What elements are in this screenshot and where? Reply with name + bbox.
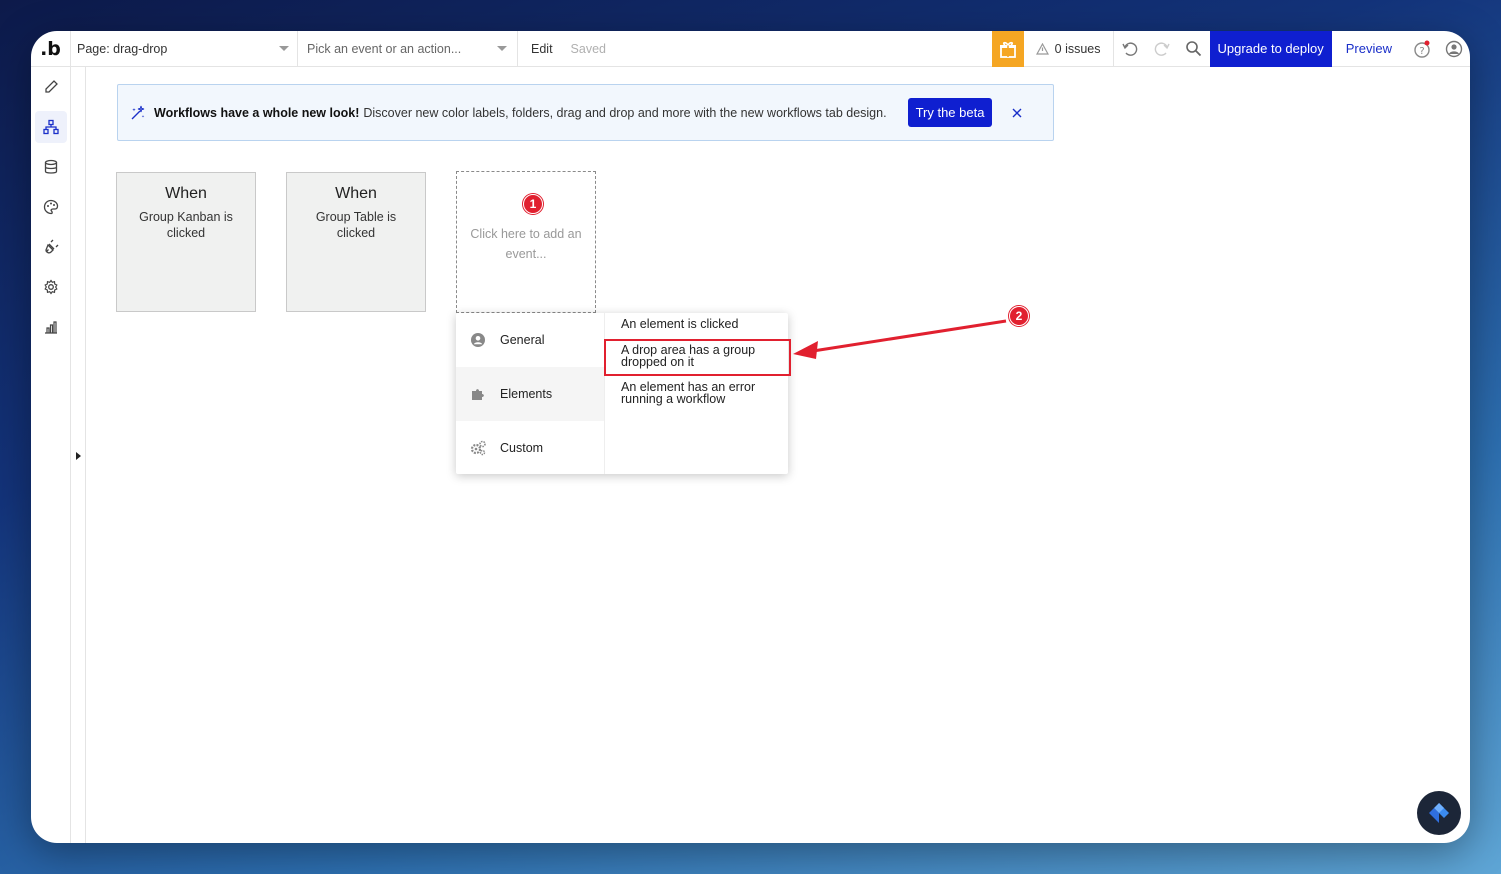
category-label: Custom (500, 441, 544, 455)
banner-title: Workflows have a whole new look! (154, 105, 360, 120)
search-icon (1186, 41, 1202, 57)
database-icon (44, 159, 58, 174)
event-card[interactable]: When Group Table is clicked (286, 172, 426, 312)
step-badge: 1 (523, 194, 543, 214)
chevron-down-icon (279, 46, 289, 51)
rail-workflow[interactable] (35, 111, 67, 143)
category-label: Elements (500, 387, 553, 401)
banner-description: Discover new color labels, folders, drag… (363, 105, 887, 120)
chat-logo-icon (1429, 803, 1449, 823)
save-status: Saved (570, 41, 606, 56)
rail-logs[interactable] (35, 311, 67, 343)
gift-button[interactable] (991, 31, 1024, 67)
issues-indicator[interactable]: 0 issues (1024, 31, 1114, 67)
undo-button[interactable] (1114, 31, 1146, 67)
gears-icon (470, 440, 486, 456)
palette-icon (43, 199, 59, 215)
page-select[interactable]: Page: drag-drop (71, 31, 298, 67)
redo-icon (1154, 41, 1170, 56)
upgrade-to-deploy-button[interactable]: Upgrade to deploy (1209, 31, 1332, 67)
try-beta-button[interactable]: Try the beta (907, 98, 993, 127)
annotation-arrow (793, 319, 1007, 359)
event-card[interactable]: When Group Kanban is clicked (116, 172, 256, 312)
warning-icon (1035, 42, 1049, 55)
banner-close-button[interactable] (1010, 106, 1024, 120)
event-action-select[interactable]: Pick an event or an action... (298, 31, 518, 67)
redo-button[interactable] (1146, 31, 1178, 67)
event-option-list: An element is clicked A drop area has a … (605, 313, 788, 474)
help-button[interactable]: ? (1406, 31, 1438, 67)
rail-design[interactable] (35, 71, 67, 103)
account-button[interactable] (1438, 31, 1470, 67)
workflow-icon (43, 119, 59, 135)
workflows-beta-banner: Workflows have a whole new look! Discove… (117, 84, 1054, 141)
event-category-list: General Elements Custom (456, 313, 605, 474)
event-option[interactable]: An element is clicked (605, 318, 788, 331)
pencil-icon (45, 80, 58, 93)
rail-styles[interactable] (35, 191, 67, 223)
chevron-down-icon (497, 46, 507, 51)
svg-text:?: ? (1419, 46, 1424, 57)
user-icon (1445, 40, 1463, 57)
event-description: Group Kanban is clicked (139, 210, 233, 240)
user-circle-icon (471, 333, 485, 347)
rail-settings[interactable] (35, 271, 67, 303)
event-when-label: When (165, 185, 207, 202)
event-option[interactable]: An element has an error running a workfl… (605, 381, 788, 406)
edit-menu[interactable]: Edit (531, 42, 553, 56)
event-picker-menu: General Elements Custom An element is cl… (456, 313, 788, 474)
puzzle-icon (472, 389, 484, 400)
category-general[interactable]: General (456, 313, 604, 367)
top-bar: .b Page: drag-drop Pick an event or an a… (31, 31, 1470, 67)
preview-link[interactable]: Preview (1332, 41, 1406, 56)
category-custom[interactable]: Custom (456, 421, 604, 475)
undo-icon (1121, 41, 1137, 56)
issues-label: 0 issues (1054, 41, 1101, 56)
category-elements[interactable]: Elements (456, 367, 604, 421)
rail-data[interactable] (35, 151, 67, 183)
settings-icon (44, 279, 58, 295)
add-event-text: Click here to add an event... (470, 227, 582, 261)
help-icon: ? (1414, 40, 1430, 58)
category-label: General (500, 333, 545, 347)
app-window: .b Page: drag-drop Pick an event or an a… (31, 31, 1470, 843)
plugin-icon (45, 239, 59, 254)
annotation-highlight-box (604, 339, 791, 376)
chart-icon (45, 321, 57, 334)
add-event-card[interactable]: 1 Click here to add an event... (456, 171, 596, 313)
event-when-label: When (335, 185, 377, 202)
chat-widget-button[interactable] (1417, 791, 1461, 835)
gift-icon (999, 41, 1016, 58)
close-icon (1012, 108, 1022, 117)
rail-plugins[interactable] (35, 231, 67, 263)
page-select-label: Page: drag-drop (77, 41, 168, 56)
left-rail (31, 67, 71, 843)
logo[interactable]: .b (31, 31, 71, 67)
event-description: Group Table is clicked (315, 210, 397, 240)
chevron-right-icon (76, 452, 81, 460)
step-badge: 2 (1009, 306, 1029, 326)
panel-collapse-handle[interactable] (71, 67, 86, 843)
sparkle-wand-icon (131, 105, 145, 119)
event-action-placeholder: Pick an event or an action... (307, 41, 462, 56)
search-button[interactable] (1178, 31, 1210, 67)
